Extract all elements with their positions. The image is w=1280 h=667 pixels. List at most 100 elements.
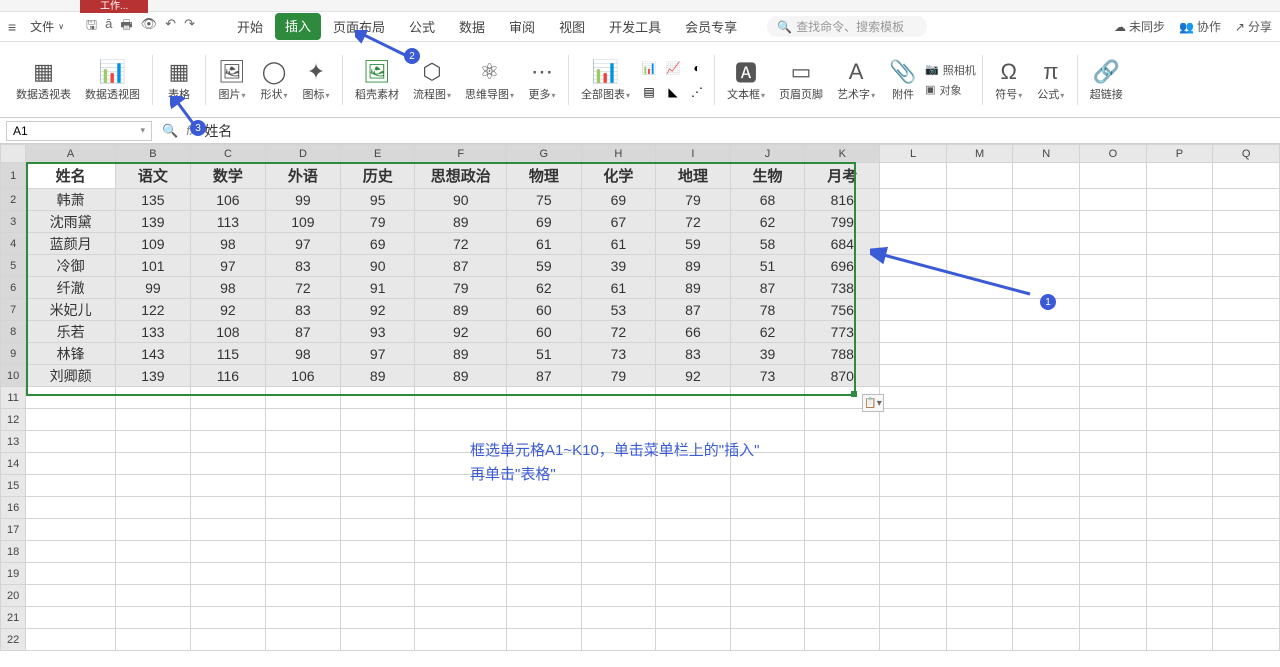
tab-formula[interactable]: 公式 [397, 13, 447, 40]
cell-O19[interactable] [1080, 563, 1147, 585]
cell-L3[interactable] [880, 211, 946, 233]
cell-C12[interactable] [190, 409, 265, 431]
row-header-22[interactable]: 22 [1, 629, 26, 651]
cell-P17[interactable] [1146, 519, 1213, 541]
cell-M21[interactable] [946, 607, 1013, 629]
save-icon[interactable]: 🖫 [86, 16, 97, 38]
cell-J11[interactable] [730, 387, 805, 409]
row-header-9[interactable]: 9 [1, 343, 26, 365]
col-header-G[interactable]: G [507, 145, 582, 163]
cell-H10[interactable]: 79 [581, 365, 656, 387]
cell-B22[interactable] [115, 629, 190, 651]
cell-A3[interactable]: 沈雨黛 [26, 211, 116, 233]
cell-C19[interactable] [190, 563, 265, 585]
cell-K13[interactable] [805, 431, 880, 453]
cell-L14[interactable] [880, 453, 946, 475]
row-header-13[interactable]: 13 [1, 431, 26, 453]
cell-A19[interactable] [26, 563, 116, 585]
ribbon-attachment[interactable]: 📎附件 [883, 46, 923, 113]
cell-J2[interactable]: 68 [730, 189, 805, 211]
cell-L13[interactable] [880, 431, 946, 453]
cell-H11[interactable] [581, 387, 656, 409]
cell-I11[interactable] [656, 387, 731, 409]
cell-Q13[interactable] [1213, 431, 1280, 453]
ribbon-more[interactable]: ⋯更多▾ [522, 46, 562, 113]
cell-E20[interactable] [340, 585, 415, 607]
cell-N3[interactable] [1013, 211, 1080, 233]
cell-M12[interactable] [946, 409, 1013, 431]
cell-K21[interactable] [805, 607, 880, 629]
col-header-M[interactable]: M [946, 145, 1013, 163]
redo-icon[interactable]: ↷ [184, 16, 195, 38]
cell-E14[interactable] [340, 453, 415, 475]
ribbon-icons[interactable]: ✦图标▾ [296, 46, 336, 113]
cell-E13[interactable] [340, 431, 415, 453]
cell-G2[interactable]: 75 [507, 189, 582, 211]
cell-O17[interactable] [1080, 519, 1147, 541]
row-header-19[interactable]: 19 [1, 563, 26, 585]
cell-D11[interactable] [265, 387, 340, 409]
cell-N5[interactable] [1013, 255, 1080, 277]
cell-K14[interactable] [805, 453, 880, 475]
cell-P5[interactable] [1146, 255, 1213, 277]
cell-H5[interactable]: 39 [581, 255, 656, 277]
cell-F1[interactable]: 思想政治 [415, 163, 507, 189]
cell-K6[interactable]: 738 [805, 277, 880, 299]
cell-D22[interactable] [265, 629, 340, 651]
cell-J19[interactable] [730, 563, 805, 585]
preview-icon[interactable]: 👁 [141, 16, 158, 38]
cell-C18[interactable] [190, 541, 265, 563]
cell-D10[interactable]: 106 [265, 365, 340, 387]
cell-J5[interactable]: 51 [730, 255, 805, 277]
cell-E11[interactable] [340, 387, 415, 409]
cell-N2[interactable] [1013, 189, 1080, 211]
cell-O9[interactable] [1080, 343, 1147, 365]
cell-G4[interactable]: 61 [507, 233, 582, 255]
cell-P20[interactable] [1146, 585, 1213, 607]
tab-view[interactable]: 视图 [547, 13, 597, 40]
hamburger-icon[interactable]: ≡ [8, 19, 16, 35]
cell-B20[interactable] [115, 585, 190, 607]
cell-P13[interactable] [1146, 431, 1213, 453]
cell-M2[interactable] [946, 189, 1013, 211]
cell-L11[interactable] [880, 387, 946, 409]
cell-F7[interactable]: 89 [415, 299, 507, 321]
cell-H17[interactable] [581, 519, 656, 541]
cell-I17[interactable] [656, 519, 731, 541]
row-header-8[interactable]: 8 [1, 321, 26, 343]
cell-Q19[interactable] [1213, 563, 1280, 585]
cell-J17[interactable] [730, 519, 805, 541]
cell-N11[interactable] [1013, 387, 1080, 409]
ribbon-object[interactable]: ▣对象 [925, 82, 976, 98]
cell-C13[interactable] [190, 431, 265, 453]
cell-E9[interactable]: 97 [340, 343, 415, 365]
cell-I22[interactable] [656, 629, 731, 651]
cell-K22[interactable] [805, 629, 880, 651]
cell-G6[interactable]: 62 [507, 277, 582, 299]
cell-Q1[interactable] [1213, 163, 1280, 189]
cell-K20[interactable] [805, 585, 880, 607]
cell-O16[interactable] [1080, 497, 1147, 519]
name-box[interactable]: A1▾ [6, 121, 152, 141]
cell-E7[interactable]: 92 [340, 299, 415, 321]
cell-P3[interactable] [1146, 211, 1213, 233]
cell-A17[interactable] [26, 519, 116, 541]
ribbon-mindmap[interactable]: ⚛思维导图▾ [459, 46, 520, 113]
ribbon-shapes[interactable]: ◯形状▾ [254, 46, 294, 113]
cell-K3[interactable]: 799 [805, 211, 880, 233]
chart-hbar-icon[interactable]: ▤ [638, 81, 660, 103]
cell-J18[interactable] [730, 541, 805, 563]
cell-G18[interactable] [507, 541, 582, 563]
cell-D6[interactable]: 72 [265, 277, 340, 299]
cell-A10[interactable]: 刘卿颜 [26, 365, 116, 387]
cell-Q18[interactable] [1213, 541, 1280, 563]
cell-K7[interactable]: 756 [805, 299, 880, 321]
cell-A8[interactable]: 乐若 [26, 321, 116, 343]
cell-I16[interactable] [656, 497, 731, 519]
tab-devtools[interactable]: 开发工具 [597, 13, 673, 40]
cell-B9[interactable]: 143 [115, 343, 190, 365]
cell-B18[interactable] [115, 541, 190, 563]
cell-O1[interactable] [1080, 163, 1147, 189]
cell-C11[interactable] [190, 387, 265, 409]
col-header-C[interactable]: C [190, 145, 265, 163]
